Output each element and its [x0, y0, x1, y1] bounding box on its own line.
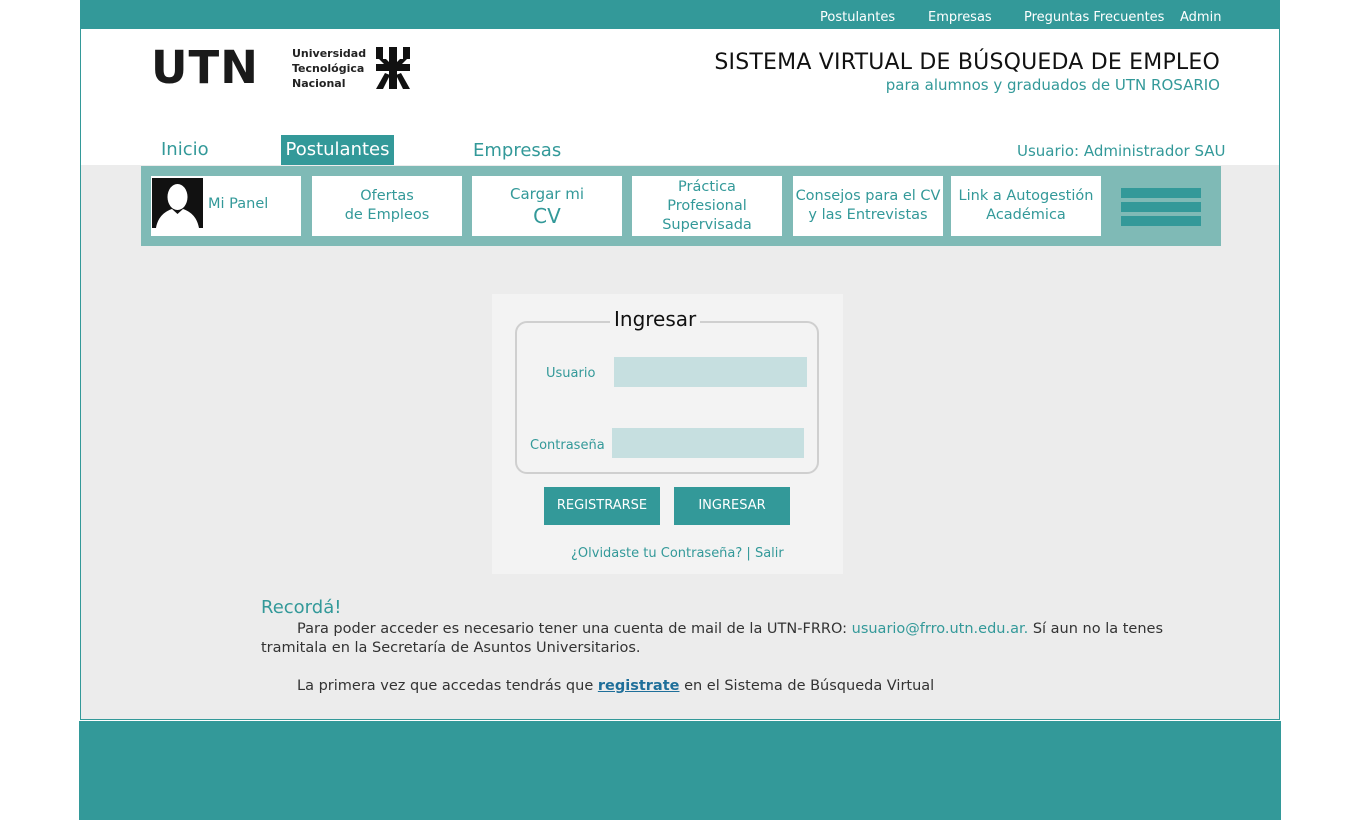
nav-postulantes[interactable]: Postulantes: [281, 135, 394, 165]
utn-emblem-icon: [376, 47, 410, 89]
exit-link[interactable]: Salir: [755, 546, 784, 561]
system-subtitle: para alumnos y graduados de UTN ROSARIO: [885, 76, 1220, 94]
username-input[interactable]: [614, 357, 807, 387]
login-button[interactable]: INGRESAR: [674, 487, 790, 525]
menu-ofertas-line1: Ofertas: [360, 188, 414, 204]
menu-consejos[interactable]: Consejos para el CV y las Entrevistas: [793, 176, 943, 236]
menu-ofertas[interactable]: Ofertas de Empleos: [312, 176, 462, 236]
menu-autogestion[interactable]: Link a Autogestión Académica: [951, 176, 1101, 236]
menu-practica-line3: Supervisada: [662, 216, 752, 233]
menu-ofertas-line2: de Empleos: [344, 207, 430, 223]
top-link-admin[interactable]: Admin: [1180, 10, 1221, 25]
reminder-mail: usuario@frro.utn.edu.ar.: [851, 621, 1029, 637]
logo-line-3: Nacional: [292, 77, 346, 90]
login-links: ¿Olvidaste tu Contraseña? | Salir: [571, 546, 784, 561]
logo-wordmark: UTN: [151, 41, 259, 94]
reminder-paragraph-1: Para poder acceder es necesario tener un…: [261, 620, 1163, 639]
reminder-title: Recordá!: [261, 597, 342, 618]
user-silhouette-icon: [152, 178, 203, 228]
password-label: Contraseña: [530, 438, 605, 453]
links-separator: |: [742, 546, 755, 561]
top-link-empresas[interactable]: Empresas: [928, 10, 992, 25]
reminder-paragraph-1-cont: tramitala en la Secretaría de Asuntos Un…: [261, 640, 641, 656]
menu-cargar-cv[interactable]: Cargar mi CV: [472, 176, 622, 236]
menu-mi-panel-label: Mi Panel: [208, 196, 269, 212]
reminder-p1-text-b: Sí aun no la tenes: [1028, 621, 1164, 637]
menu-practica-line1: Práctica: [678, 178, 736, 195]
password-input[interactable]: [612, 428, 804, 458]
nav-inicio[interactable]: Inicio: [161, 139, 209, 160]
reminder-p2-text: La primera vez que accedas tendrás que: [297, 678, 598, 694]
system-title: SISTEMA VIRTUAL DE BÚSQUEDA DE EMPLEO: [714, 50, 1220, 75]
nav-empresas[interactable]: Empresas: [473, 140, 561, 161]
reminder-paragraph-2: La primera vez que accedas tendrás que r…: [261, 677, 934, 696]
register-button[interactable]: REGISTRARSE: [544, 487, 660, 525]
menu-autogestion-line2: Académica: [986, 207, 1066, 223]
menu-consejos-line2: y las Entrevistas: [808, 207, 928, 223]
menu-cargar-line1: Cargar mi: [510, 184, 584, 203]
user-label: Usuario: Administrador SAU: [1017, 142, 1226, 160]
reminder-p2-text-b: en el Sistema de Búsqueda Virtual: [679, 678, 935, 694]
username-label: Usuario: [546, 366, 596, 381]
forgot-password-link[interactable]: ¿Olvidaste tu Contraseña?: [571, 546, 742, 561]
logo-line-2: Tecnológica: [292, 62, 365, 75]
menu-practica[interactable]: Práctica Profesional Supervisada: [632, 176, 782, 236]
reminder-p1-text: Para poder acceder es necesario tener un…: [297, 621, 852, 637]
logo-line-1: Universidad: [292, 47, 367, 60]
register-link[interactable]: registrate: [598, 678, 680, 694]
menu-consejos-line1: Consejos para el CV: [795, 188, 941, 204]
menu-practica-line2: Profesional: [667, 197, 747, 214]
logo-subtitle: Universidad Tecnológica Nacional: [292, 46, 366, 91]
top-link-postulantes[interactable]: Postulantes: [820, 10, 895, 25]
login-title: Ingresar: [610, 307, 701, 331]
footer: [79, 721, 1281, 820]
menu-autogestion-line1: Link a Autogestión: [958, 188, 1094, 204]
top-link-faq[interactable]: Preguntas Frecuentes: [1024, 10, 1164, 25]
menu-cargar-line2: CV: [533, 203, 561, 228]
